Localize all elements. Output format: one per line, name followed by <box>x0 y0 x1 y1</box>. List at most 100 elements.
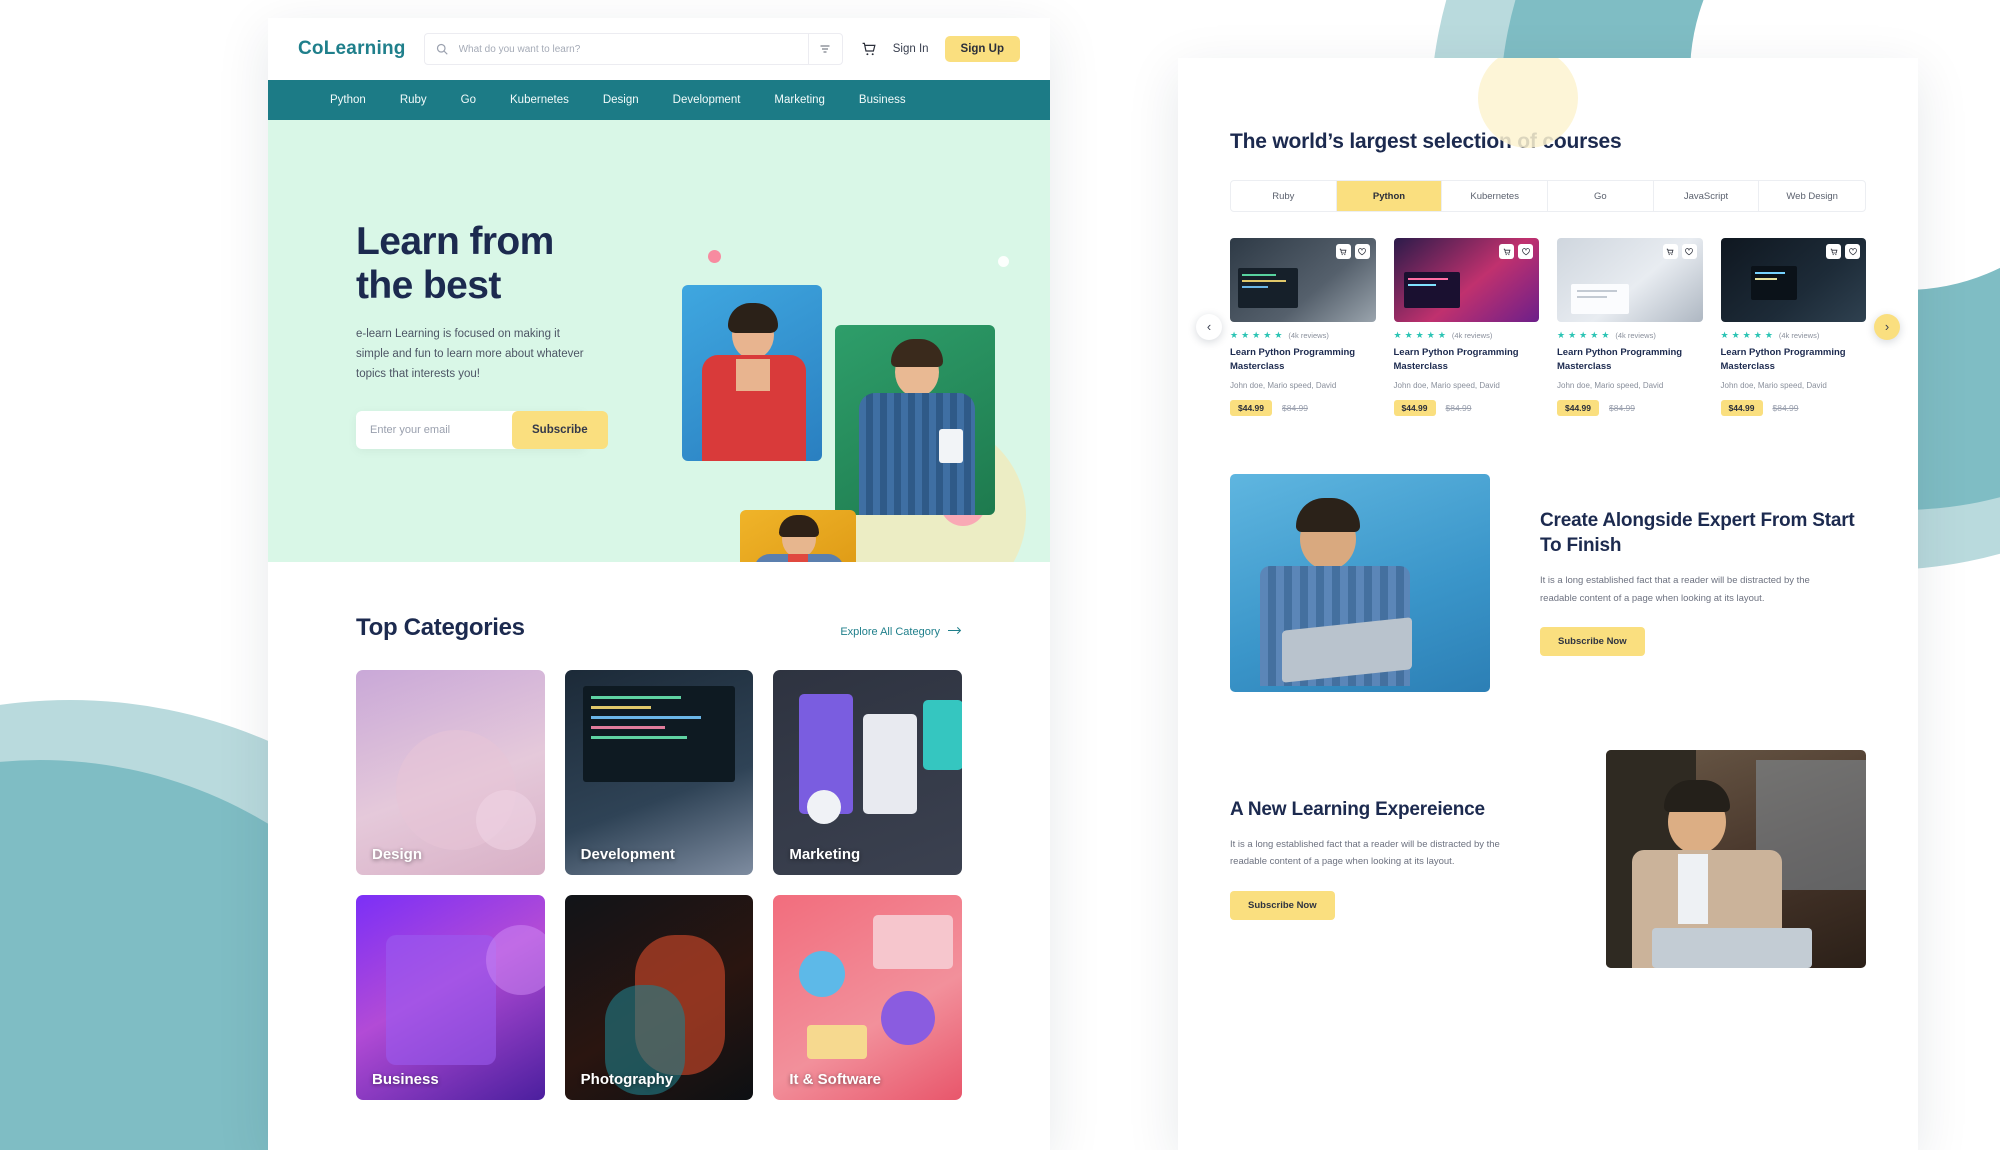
price-original: $84.99 <box>1445 402 1472 413</box>
hero-copy: Learn from the best e-learn Learning is … <box>356 220 656 449</box>
hero-title-line2: the best <box>356 263 501 307</box>
search-input[interactable] <box>458 43 808 55</box>
hero-photo-student-plaid <box>835 325 995 515</box>
nav-item-ruby[interactable]: Ruby <box>400 94 427 106</box>
tab-go[interactable]: Go <box>1548 181 1654 211</box>
category-card-business[interactable]: Business <box>356 895 545 1100</box>
nav-item-kubernetes[interactable]: Kubernetes <box>510 94 569 106</box>
thumbnail-actions <box>1499 244 1533 259</box>
course-language-tabs: Ruby Python Kubernetes Go JavaScript Web… <box>1230 180 1866 212</box>
nav-item-development[interactable]: Development <box>673 94 741 106</box>
rating-stars: ★ ★ ★ ★ ★ (4k reviews) <box>1721 331 1867 341</box>
subscribe-now-button[interactable]: Subscribe Now <box>1540 627 1645 657</box>
sign-up-button[interactable]: Sign Up <box>944 36 1020 62</box>
category-artwork <box>564 670 754 875</box>
category-card-photography[interactable]: Photography <box>564 895 754 1100</box>
course-card[interactable]: ★ ★ ★ ★ ★ (4k reviews) Learn Python Prog… <box>1393 238 1540 416</box>
tab-python[interactable]: Python <box>1336 181 1443 211</box>
feature-paragraph: It is a long established fact that a rea… <box>1540 574 1810 604</box>
course-title[interactable]: Learn Python Programming Masterclass <box>1394 346 1540 374</box>
star-icon: ★ <box>1579 330 1588 340</box>
price-original: $84.99 <box>1609 402 1635 413</box>
carousel-prev-button[interactable]: ‹ <box>1196 313 1222 340</box>
feature-create-alongside-expert: Create Alongside Expert From Start To Fi… <box>1230 473 1866 692</box>
carousel-next-button[interactable]: › <box>1874 313 1900 340</box>
category-card-it-software[interactable]: It & Software <box>773 895 962 1100</box>
price-original: $84.99 <box>1282 402 1308 413</box>
cart-icon[interactable] <box>1826 244 1841 259</box>
email-input[interactable] <box>370 423 512 436</box>
course-thumbnail[interactable] <box>1557 238 1703 322</box>
tab-web-design[interactable]: Web Design <box>1759 181 1865 211</box>
heart-icon[interactable] <box>1518 244 1533 259</box>
brand-logo[interactable]: CoLearning <box>298 38 406 60</box>
nav-item-go[interactable]: Go <box>461 94 476 106</box>
course-thumbnail[interactable] <box>1720 238 1866 322</box>
newsletter-form[interactable]: Subscribe <box>356 410 608 449</box>
heart-icon[interactable] <box>1354 244 1370 259</box>
course-thumbnail[interactable] <box>1230 238 1376 322</box>
filter-icon[interactable] <box>807 33 842 65</box>
feature-image-new-learning <box>1606 749 1866 968</box>
feature-heading: Create Alongside Expert From Start To Fi… <box>1540 510 1855 556</box>
heart-icon[interactable] <box>1681 244 1697 259</box>
heart-icon[interactable] <box>1845 244 1860 259</box>
explore-all-category-label: Explore All Category <box>840 626 940 638</box>
thumbnail-actions <box>1826 244 1860 259</box>
nav-item-business[interactable]: Business <box>859 94 906 106</box>
site-header: CoLearning Sign In <box>268 18 1050 80</box>
category-navbar: Python Ruby Go Kubernetes Design Develop… <box>268 80 1050 120</box>
category-card-design[interactable]: Design <box>356 670 545 875</box>
subscribe-now-button[interactable]: Subscribe Now <box>1230 890 1335 920</box>
course-authors: John doe, Mario speed, David <box>1557 380 1664 390</box>
nav-item-marketing[interactable]: Marketing <box>774 94 825 106</box>
explore-all-category-link[interactable]: Explore All Category <box>840 626 962 638</box>
sign-in-link[interactable]: Sign In <box>893 43 929 55</box>
tab-javascript[interactable]: JavaScript <box>1654 181 1760 211</box>
artboard-right-courses: The world’s largest selection of courses… <box>1178 58 1918 1150</box>
header-actions: Sign In Sign Up <box>861 36 1020 62</box>
category-label: Photography <box>580 1071 674 1088</box>
nav-item-design[interactable]: Design <box>603 94 639 106</box>
price-original: $84.99 <box>1772 402 1799 413</box>
cart-icon[interactable] <box>1499 244 1514 259</box>
course-title[interactable]: Learn Python Programming Masterclass <box>1230 346 1376 374</box>
course-title[interactable]: Learn Python Programming Masterclass <box>1721 346 1867 374</box>
category-artwork <box>356 670 545 875</box>
price-current: $44.99 <box>1393 399 1436 416</box>
star-icon: ★ <box>1404 330 1413 340</box>
decorative-dot-white <box>998 256 1009 267</box>
cart-icon[interactable] <box>861 41 877 57</box>
subscribe-button[interactable]: Subscribe <box>512 410 608 449</box>
course-card[interactable]: ★ ★ ★ ★ ★ (4k reviews) Learn Python Prog… <box>1557 238 1703 416</box>
cart-icon[interactable] <box>1335 244 1351 259</box>
category-label: Development <box>580 846 675 863</box>
review-count: (4k reviews) <box>1451 331 1493 340</box>
cart-icon[interactable] <box>1662 244 1678 259</box>
category-label: Marketing <box>789 846 861 863</box>
hero-paragraph: e-learn Learning is focused on making it… <box>356 328 584 380</box>
category-card-development[interactable]: Development <box>564 670 754 875</box>
course-title[interactable]: Learn Python Programming Masterclass <box>1557 346 1703 374</box>
thumbnail-actions <box>1662 244 1697 259</box>
decorative-dot-pink <box>708 250 721 263</box>
course-card[interactable]: ★ ★ ★ ★ ★ (4k reviews) Learn Python Prog… <box>1720 238 1867 416</box>
feature-heading: A New Learning Expereience <box>1230 798 1485 820</box>
course-card[interactable]: ★ ★ ★ ★ ★ (4k reviews) Learn Python Prog… <box>1230 238 1376 416</box>
star-icon: ★ <box>1230 330 1239 340</box>
tab-ruby[interactable]: Ruby <box>1231 181 1337 211</box>
nav-item-python[interactable]: Python <box>330 94 366 106</box>
price-row: $44.99 $84.99 <box>1557 399 1703 416</box>
hero-title-line1: Learn from <box>356 220 554 263</box>
thumbnail-actions <box>1335 244 1370 259</box>
category-card-marketing[interactable]: Marketing <box>773 670 962 875</box>
category-artwork <box>564 895 754 1100</box>
course-authors: John doe, Mario speed, David <box>1393 380 1500 390</box>
feature-paragraph: It is a long established fact that a rea… <box>1230 838 1500 868</box>
tab-kubernetes[interactable]: Kubernetes <box>1442 181 1548 211</box>
course-thumbnail[interactable] <box>1393 238 1539 322</box>
rating-stars: ★ ★ ★ ★ ★ (4k reviews) <box>1230 330 1376 341</box>
top-categories-section: Top Categories Explore All Category Desi… <box>268 562 1050 1100</box>
price-current: $44.99 <box>1230 399 1272 416</box>
search-bar[interactable] <box>423 33 843 65</box>
